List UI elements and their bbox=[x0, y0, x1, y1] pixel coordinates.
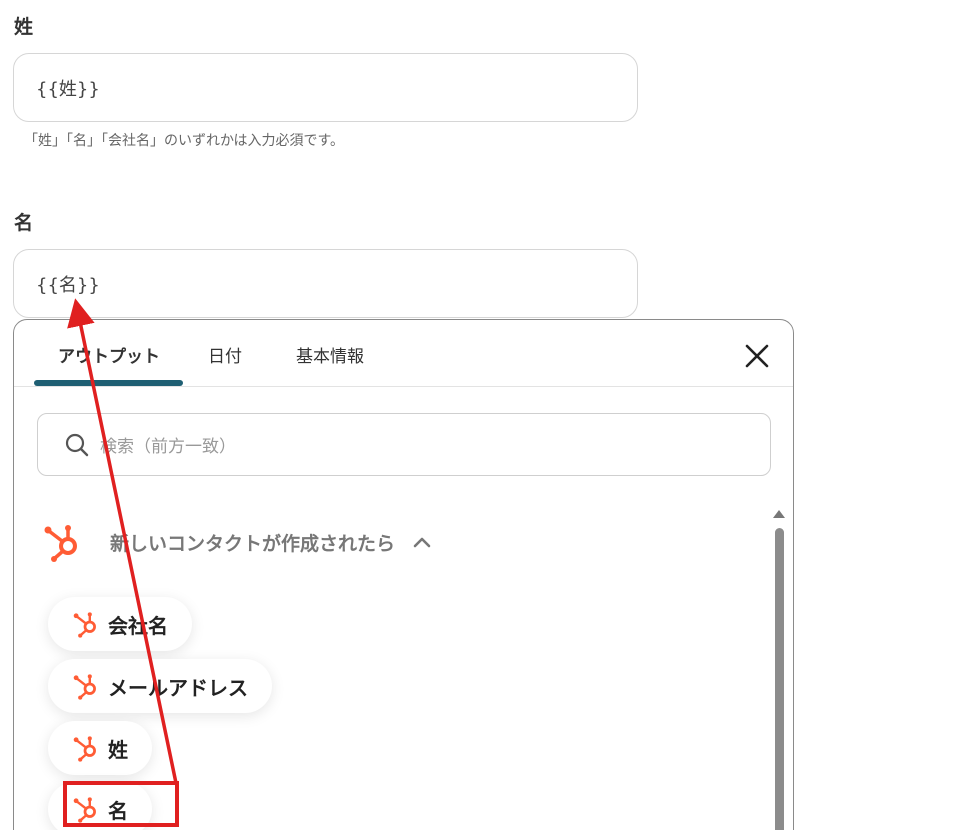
hubspot-icon bbox=[44, 525, 77, 562]
output-item-label: 姓 bbox=[108, 737, 128, 762]
tab-output[interactable]: アウトプット bbox=[58, 342, 160, 367]
first-name-input[interactable]: {{名}} bbox=[13, 249, 638, 318]
hubspot-icon bbox=[73, 674, 96, 700]
output-item-label: 会社名 bbox=[108, 613, 168, 638]
search-placeholder: 検索（前方一致） bbox=[100, 437, 236, 457]
close-icon[interactable] bbox=[743, 342, 771, 370]
output-item-email[interactable]: メールアドレス bbox=[48, 659, 272, 713]
scrollbar[interactable] bbox=[772, 508, 786, 830]
hubspot-icon bbox=[73, 797, 96, 823]
output-item-label: メールアドレス bbox=[108, 675, 248, 700]
variable-picker-popup: アウトプット 日付 基本情報 検索（前方一致） 新しいコンタクトが作成されたら … bbox=[13, 319, 794, 830]
page: 姓 {{姓}} 「姓」「名」「会社名」のいずれかは入力必須です。 名 {{名}}… bbox=[0, 0, 977, 830]
output-item-label: 名 bbox=[108, 798, 128, 823]
trigger-group-header[interactable]: 新しいコンタクトが作成されたら bbox=[42, 522, 431, 562]
tab-date[interactable]: 日付 bbox=[208, 342, 242, 367]
output-item-first-name[interactable]: 名 bbox=[48, 782, 152, 830]
last-name-input[interactable]: {{姓}} bbox=[13, 53, 638, 122]
search-icon bbox=[65, 433, 89, 456]
last-name-value: {{姓}} bbox=[36, 78, 100, 100]
trigger-group-title: 新しいコンタクトが作成されたら bbox=[110, 532, 396, 555]
first-name-label: 名 bbox=[14, 212, 34, 234]
output-item-company[interactable]: 会社名 bbox=[48, 597, 192, 651]
scroll-thumb[interactable] bbox=[775, 528, 784, 830]
active-tab-indicator bbox=[34, 380, 183, 386]
last-name-label: 姓 bbox=[14, 16, 34, 38]
chevron-up-icon[interactable] bbox=[413, 536, 431, 548]
popup-tabs: アウトプット 日付 基本情報 bbox=[14, 320, 793, 387]
tab-basic-info[interactable]: 基本情報 bbox=[296, 342, 364, 367]
output-item-last-name[interactable]: 姓 bbox=[48, 721, 152, 775]
required-hint: 「姓」「名」「会社名」のいずれかは入力必須です。 bbox=[24, 133, 345, 149]
hubspot-icon bbox=[73, 736, 96, 762]
search-input[interactable]: 検索（前方一致） bbox=[37, 413, 771, 476]
hubspot-icon bbox=[73, 612, 96, 638]
scroll-up-arrow-icon[interactable] bbox=[773, 510, 785, 518]
first-name-value: {{名}} bbox=[36, 274, 100, 296]
